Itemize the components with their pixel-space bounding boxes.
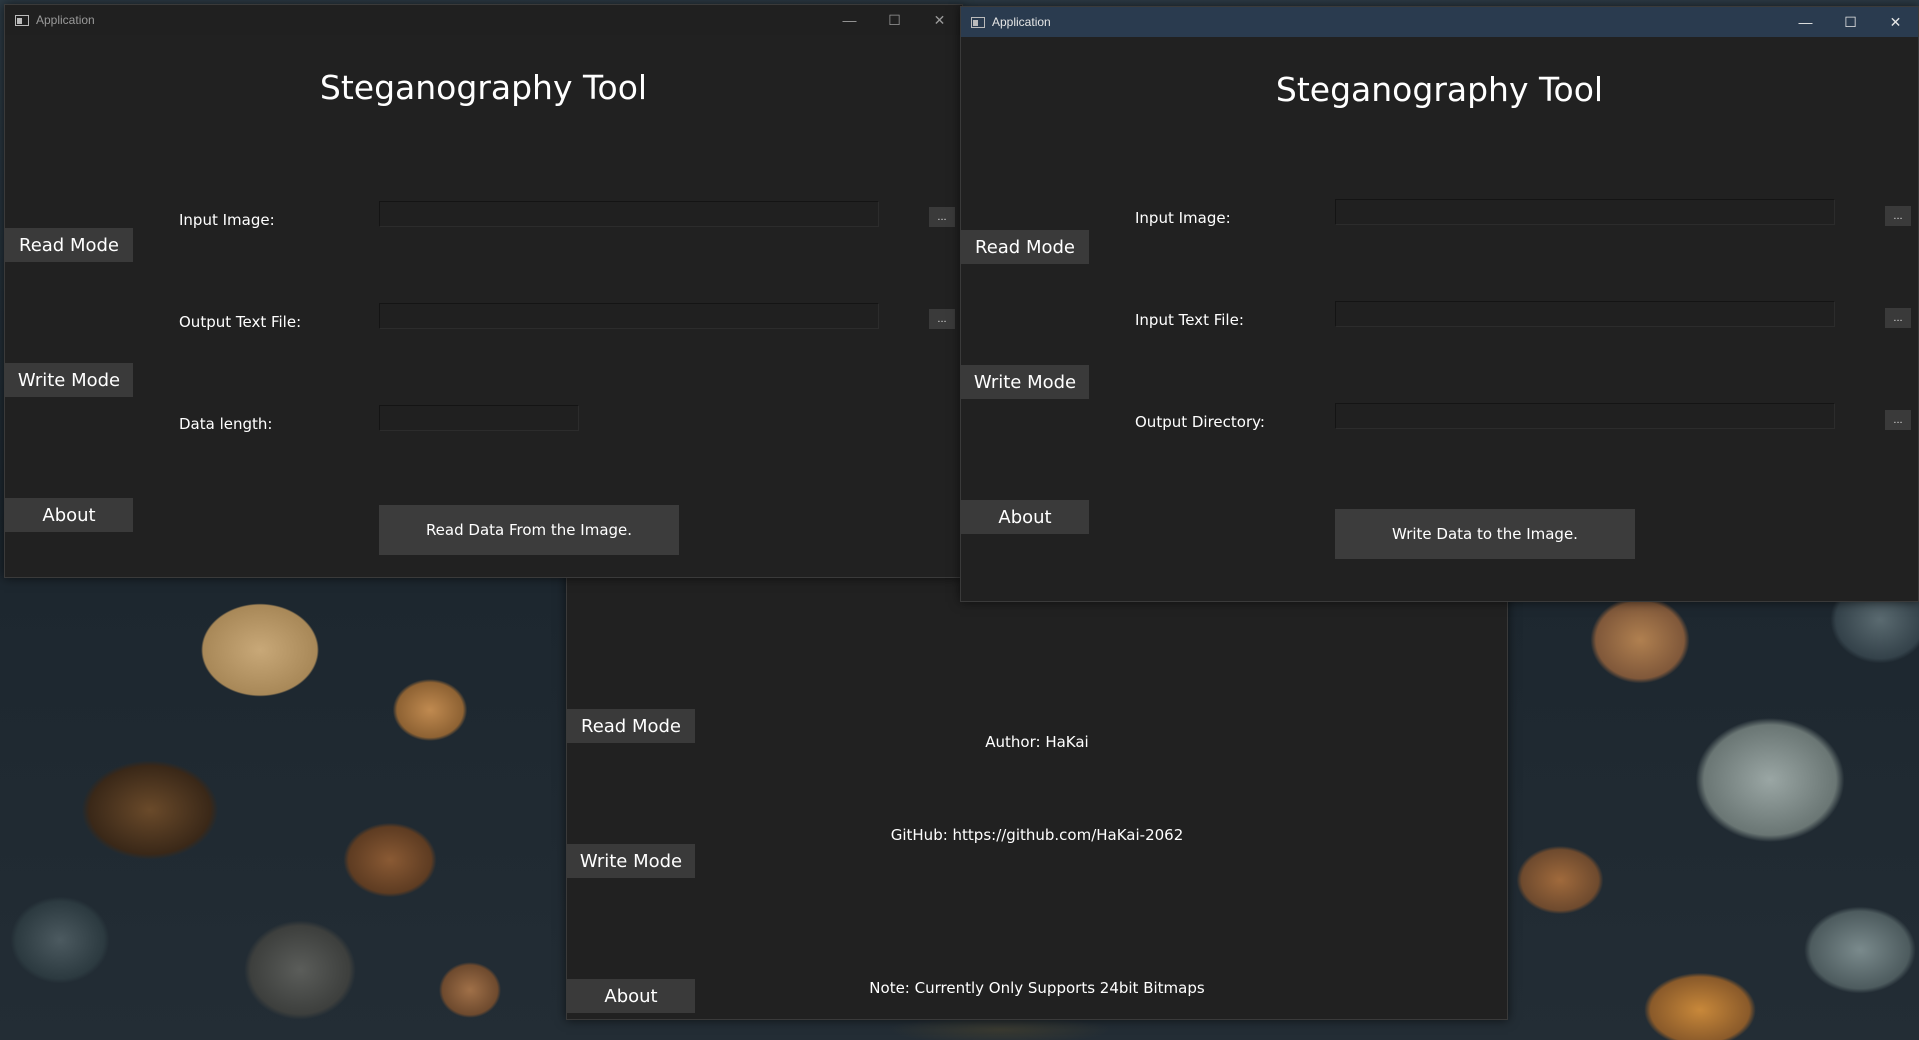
page-title: Steganography Tool xyxy=(1275,70,1604,109)
read-mode-window: Application — ☐ ✕ Steganography Tool Rea… xyxy=(4,4,963,578)
title-bar[interactable]: Application — ☐ ✕ xyxy=(961,7,1918,37)
write-mode-button[interactable]: Write Mode xyxy=(567,844,695,878)
output-text-file-field[interactable] xyxy=(379,303,879,329)
minimize-icon[interactable]: — xyxy=(827,5,872,35)
output-text-file-label: Output Text File: xyxy=(179,313,302,331)
write-mode-button[interactable]: Write Mode xyxy=(5,363,133,397)
write-mode-window: Application — ☐ ✕ Steganography Tool Rea… xyxy=(960,6,1919,602)
output-directory-label: Output Directory: xyxy=(1135,413,1265,431)
input-text-file-field[interactable] xyxy=(1335,301,1835,327)
minimize-icon[interactable]: — xyxy=(1783,7,1828,37)
browse-input-image-button[interactable]: ... xyxy=(929,207,955,227)
about-button[interactable]: About xyxy=(961,500,1089,534)
input-text-file-label: Input Text File: xyxy=(1135,311,1244,329)
browse-input-image-button[interactable]: ... xyxy=(1885,206,1911,226)
window-title: Application xyxy=(992,15,1051,29)
input-image-field[interactable] xyxy=(379,201,879,227)
output-directory-field[interactable] xyxy=(1335,403,1835,429)
input-image-label: Input Image: xyxy=(179,211,275,229)
close-icon[interactable]: ✕ xyxy=(1873,7,1918,37)
page-title: Steganography Tool xyxy=(319,68,648,107)
input-image-label: Input Image: xyxy=(1135,209,1231,227)
read-mode-button[interactable]: Read Mode xyxy=(5,228,133,262)
title-bar[interactable]: Application — ☐ ✕ xyxy=(5,5,962,35)
browse-output-text-file-button[interactable]: ... xyxy=(929,309,955,329)
note-text: Note: Currently Only Supports 24bit Bitm… xyxy=(869,979,1205,997)
maximize-icon[interactable]: ☐ xyxy=(1828,7,1873,37)
github-text: GitHub: https://github.com/HaKai-2062 xyxy=(890,826,1184,844)
about-button[interactable]: About xyxy=(5,498,133,532)
close-icon[interactable]: ✕ xyxy=(917,5,962,35)
data-length-label: Data length: xyxy=(179,415,273,433)
browse-input-text-file-button[interactable]: ... xyxy=(1885,308,1911,328)
input-image-field[interactable] xyxy=(1335,199,1835,225)
about-window: Read Mode Write Mode About Author: HaKai… xyxy=(566,560,1508,1020)
read-data-button[interactable]: Read Data From the Image. xyxy=(379,505,679,555)
write-data-button[interactable]: Write Data to the Image. xyxy=(1335,509,1635,559)
author-text: Author: HaKai xyxy=(985,733,1089,751)
write-mode-button[interactable]: Write Mode xyxy=(961,365,1089,399)
window-title: Application xyxy=(36,13,95,27)
app-icon xyxy=(971,16,985,28)
browse-output-directory-button[interactable]: ... xyxy=(1885,410,1911,430)
maximize-icon[interactable]: ☐ xyxy=(872,5,917,35)
app-icon xyxy=(15,14,29,26)
read-mode-button[interactable]: Read Mode xyxy=(961,230,1089,264)
data-length-field[interactable] xyxy=(379,405,579,431)
